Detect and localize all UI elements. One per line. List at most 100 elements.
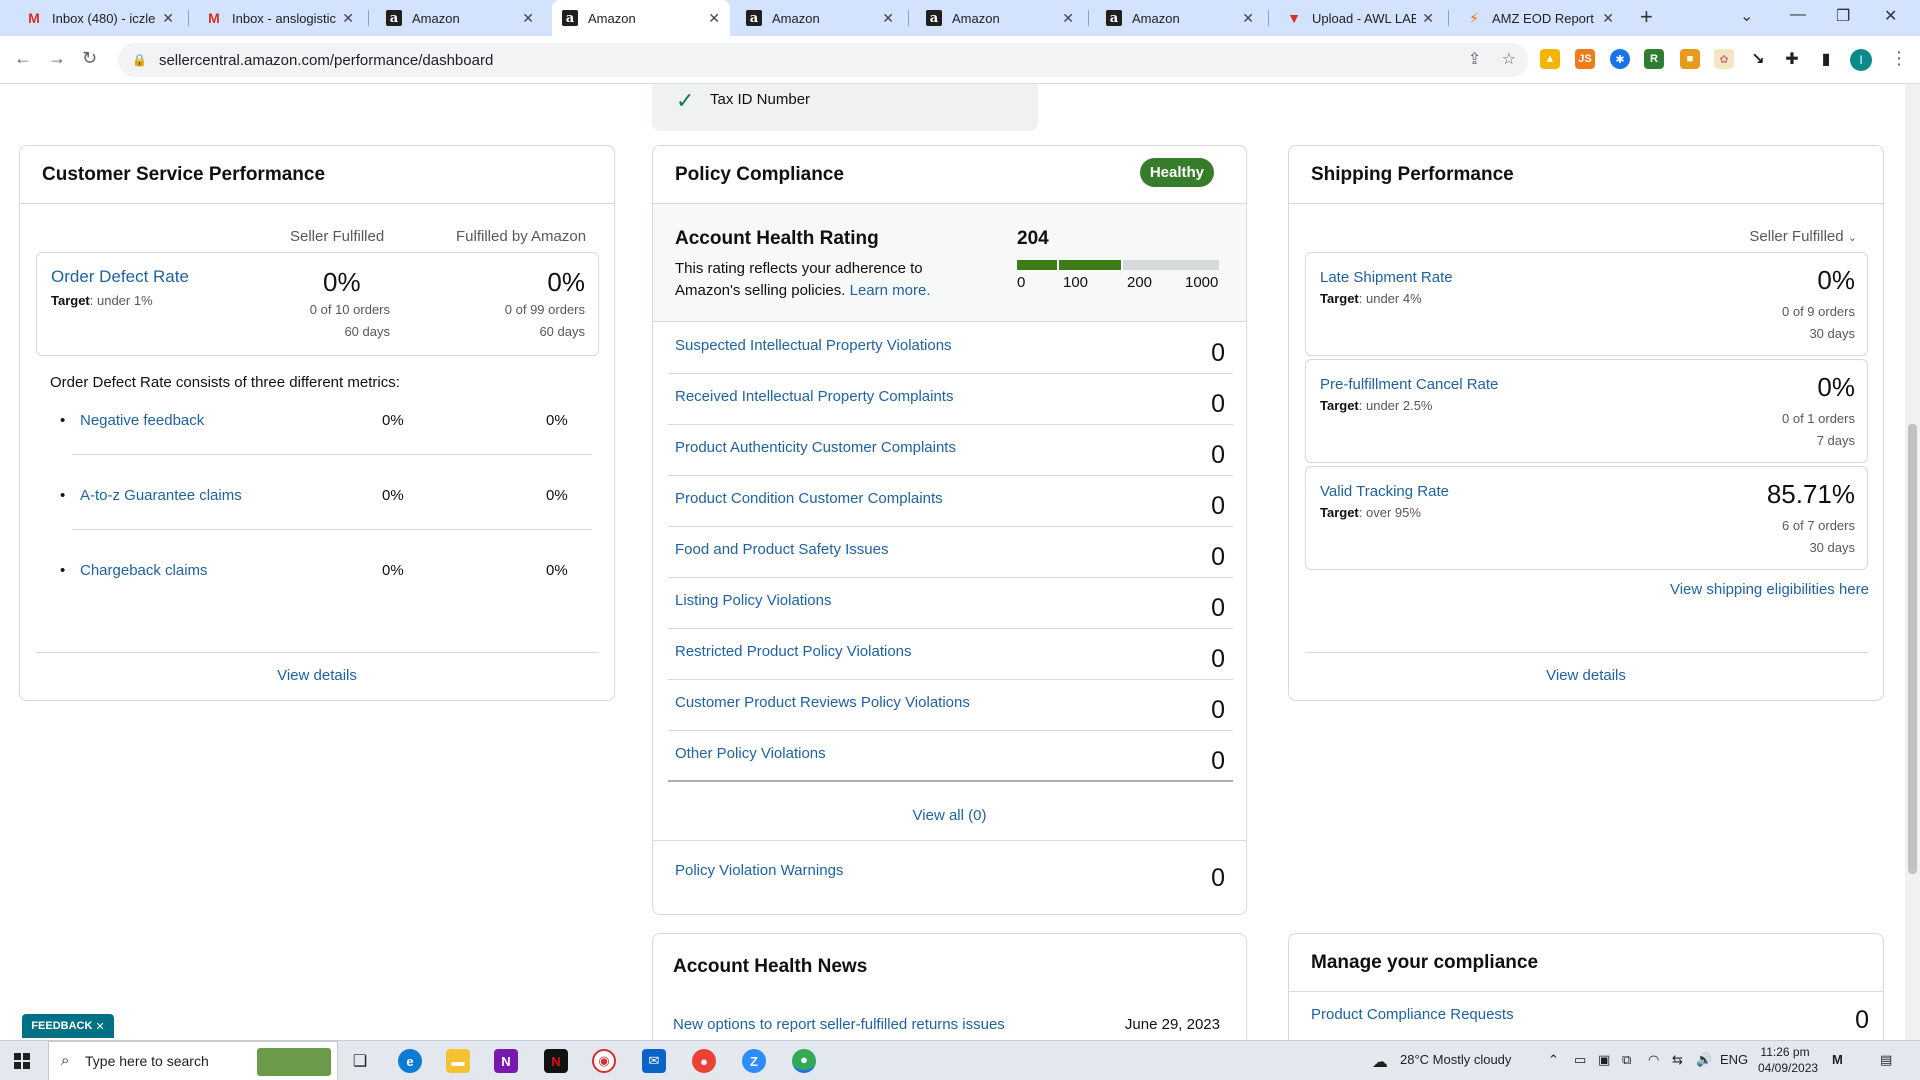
policy-link[interactable]: Listing Policy Violations <box>675 592 831 609</box>
url-bar[interactable]: 🔒 sellercentral.amazon.com/performance/d… <box>118 43 1528 77</box>
app-tray-icon[interactable]: M <box>1832 1052 1843 1067</box>
side-panel-icon[interactable]: ▮ <box>1816 49 1836 69</box>
notification-icon[interactable]: ▤ <box>1880 1052 1892 1068</box>
forward-icon[interactable]: → <box>48 48 66 69</box>
browser-tab[interactable]: M Inbox - anslogistics2 ✕ <box>196 0 364 36</box>
valid-tracking-link[interactable]: Valid Tracking Rate <box>1320 483 1449 500</box>
clock[interactable]: 11:26 pm 04/09/2023 <box>1758 1044 1818 1076</box>
policy-link[interactable]: Received Intellectual Property Complaint… <box>675 388 953 405</box>
close-icon[interactable]: ✕ <box>708 10 720 27</box>
odr-link[interactable]: Order Defect Rate <box>51 267 189 287</box>
language-indicator[interactable]: ENG <box>1720 1052 1748 1067</box>
browser-tab[interactable]: ▼ Upload - AWL LABEL ✕ <box>1276 0 1444 36</box>
chrome-active-icon[interactable]: ● <box>792 1049 816 1073</box>
new-tab-button[interactable]: + <box>1640 4 1653 30</box>
app-icon[interactable]: ◉ <box>592 1049 616 1073</box>
netflix-icon[interactable]: N <box>544 1049 568 1073</box>
menu-icon[interactable]: ⋮ <box>1890 48 1908 69</box>
policy-count: 0 <box>1211 696 1225 724</box>
edge-icon[interactable]: e <box>398 1049 422 1073</box>
windows-start-icon[interactable] <box>14 1053 30 1069</box>
close-icon[interactable]: ✕ <box>1602 10 1614 27</box>
weather-text[interactable]: 28°C Mostly cloudy <box>1400 1052 1511 1067</box>
browser-tab[interactable]: a Amazon ✕ <box>1096 0 1264 36</box>
extension-icon[interactable]: ▲ <box>1540 49 1560 69</box>
chrome-icon[interactable]: ● <box>692 1049 716 1073</box>
wifi-icon[interactable]: ◠ <box>1648 1052 1659 1068</box>
close-window-button[interactable]: ✕ <box>1884 6 1897 26</box>
feedback-button[interactable]: FEEDBACK ✕ <box>22 1014 114 1038</box>
close-icon[interactable]: ✕ <box>1422 10 1434 27</box>
extension-icon[interactable]: ↘ <box>1748 49 1768 69</box>
task-view-icon[interactable]: ❏ <box>348 1049 372 1073</box>
policy-link[interactable]: Product Condition Customer Complaints <box>675 490 943 507</box>
view-details-link[interactable]: View details <box>1289 667 1883 684</box>
close-icon[interactable]: ✕ <box>162 10 174 27</box>
maximize-button[interactable]: ❐ <box>1836 6 1850 26</box>
avatar[interactable]: I <box>1850 49 1872 71</box>
policy-link[interactable]: Food and Product Safety Issues <box>675 541 888 558</box>
back-icon[interactable]: ← <box>14 48 32 69</box>
policy-row: Policy Violation Warnings 0 <box>668 848 1233 899</box>
js-extension-icon[interactable]: JS <box>1575 49 1595 69</box>
view-details-link[interactable]: View details <box>20 667 614 684</box>
divider <box>72 454 592 455</box>
bookmark-star-icon[interactable]: ☆ <box>1502 51 1516 68</box>
reload-icon[interactable]: ↻ <box>82 48 97 69</box>
extension-icon[interactable]: ✱ <box>1610 49 1630 69</box>
taskbar-search[interactable]: ⌕ Type here to search <box>48 1041 338 1080</box>
extension-icon[interactable]: ✿ <box>1714 49 1734 69</box>
lock-icon[interactable]: 🔒 <box>132 53 147 67</box>
close-icon[interactable]: ✕ <box>1062 10 1074 27</box>
extension-icon[interactable]: ■ <box>1680 49 1700 69</box>
onenote-icon[interactable]: N <box>494 1049 518 1073</box>
camera-icon[interactable]: ▣ <box>1598 1052 1610 1068</box>
volume-icon[interactable]: 🔊 <box>1696 1052 1712 1068</box>
share-icon[interactable]: ⇪ <box>1468 51 1481 68</box>
learn-more-link[interactable]: Learn more. <box>850 282 931 299</box>
fulfillment-filter-dropdown[interactable]: Seller Fulfilled ⌄ <box>1749 228 1857 245</box>
a-to-z-claims-link[interactable]: A-to-z Guarantee claims <box>80 487 242 504</box>
mail-icon[interactable]: ✉ <box>642 1049 666 1073</box>
close-icon[interactable]: ✕ <box>522 10 534 27</box>
display-icon[interactable]: ⧉ <box>1622 1052 1631 1068</box>
browser-tab[interactable]: a Amazon ✕ <box>916 0 1084 36</box>
policy-link[interactable]: Customer Product Reviews Policy Violatio… <box>675 694 970 711</box>
chargeback-claims-link[interactable]: Chargeback claims <box>80 562 208 579</box>
weather-icon[interactable]: ☁ <box>1372 1052 1388 1072</box>
close-icon[interactable]: ✕ <box>342 10 354 27</box>
late-shipment-link[interactable]: Late Shipment Rate <box>1320 269 1453 286</box>
tray-chevron-icon[interactable]: ⌃ <box>1548 1052 1559 1068</box>
browser-tab[interactable]: a Amazon ✕ <box>376 0 544 36</box>
browser-tab[interactable]: a Amazon ✕ <box>736 0 904 36</box>
browser-tab[interactable]: ⚡ AMZ EOD Report ✕ <box>1456 0 1624 36</box>
scrollbar-thumb[interactable] <box>1908 424 1917 874</box>
url-text[interactable]: sellercentral.amazon.com/performance/das… <box>159 52 493 69</box>
policy-warnings-link[interactable]: Policy Violation Warnings <box>675 862 843 879</box>
browser-tab[interactable]: M Inbox (480) - iczleen ✕ <box>16 0 184 36</box>
network-icon[interactable]: ⇆ <box>1672 1052 1683 1068</box>
file-explorer-icon[interactable]: ▬ <box>446 1049 470 1073</box>
battery-icon[interactable]: ▭ <box>1574 1052 1586 1068</box>
policy-link[interactable]: Restricted Product Policy Violations <box>675 643 912 660</box>
close-icon[interactable]: ✕ <box>1242 10 1254 27</box>
news-item-link[interactable]: New options to report seller-fulfilled r… <box>673 1016 1005 1033</box>
view-all-link[interactable]: View all (0) <box>653 807 1246 824</box>
zoom-icon[interactable]: Z <box>742 1049 766 1073</box>
negative-feedback-link[interactable]: Negative feedback <box>80 412 204 429</box>
shipping-eligibility-link[interactable]: View shipping eligibilities here <box>1670 581 1869 598</box>
policy-link[interactable]: Other Policy Violations <box>675 745 826 762</box>
page-scrollbar[interactable] <box>1905 84 1920 1040</box>
tab-search-icon[interactable]: ⌄ <box>1740 6 1753 26</box>
policy-link[interactable]: Suspected Intellectual Property Violatio… <box>675 337 952 354</box>
browser-tab-active[interactable]: a Amazon ✕ <box>552 0 730 36</box>
tab-separator <box>908 10 909 26</box>
policy-link[interactable]: Product Authenticity Customer Complaints <box>675 439 956 456</box>
extension-icon[interactable]: R <box>1644 49 1664 69</box>
puzzle-icon[interactable]: ✚ <box>1782 49 1802 69</box>
compliance-requests-link[interactable]: Product Compliance Requests <box>1311 1006 1514 1023</box>
minimize-button[interactable]: — <box>1790 6 1806 24</box>
cancel-rate-link[interactable]: Pre-fulfillment Cancel Rate <box>1320 376 1498 393</box>
close-icon[interactable]: ✕ <box>95 1020 104 1033</box>
close-icon[interactable]: ✕ <box>882 10 894 27</box>
